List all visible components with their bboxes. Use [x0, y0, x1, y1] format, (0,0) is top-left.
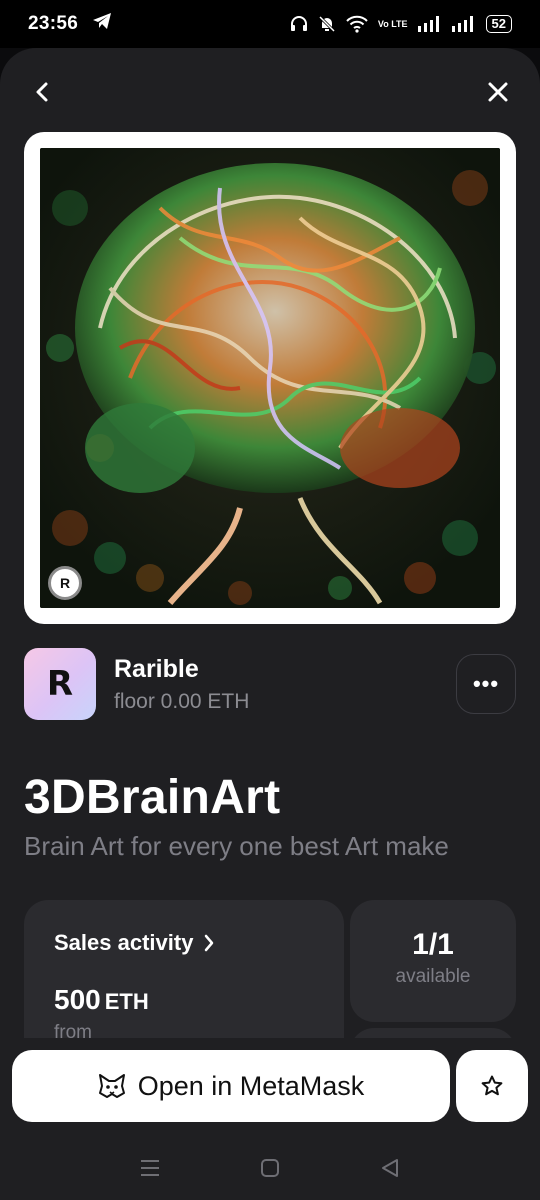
rarible-badge: R	[48, 566, 82, 600]
open-in-metamask-button[interactable]: Open in MetaMask	[12, 1050, 450, 1122]
system-navigation-bar	[0, 1138, 540, 1198]
wifi-icon	[346, 15, 368, 33]
sales-price: 500 ETH	[54, 984, 314, 1016]
back-triangle-icon	[382, 1159, 398, 1177]
status-bar: 23:56 Vo LTE 52	[0, 0, 540, 48]
menu-lines-icon	[141, 1160, 159, 1176]
star-icon	[481, 1075, 503, 1096]
sales-activity-title: Sales activity	[54, 930, 194, 955]
more-dots-icon: •••	[472, 671, 500, 696]
sales-price-unit: ETH	[104, 989, 149, 1014]
system-back-button[interactable]	[375, 1153, 405, 1183]
favorite-button[interactable]	[456, 1050, 528, 1122]
nft-artwork-image: R	[40, 148, 500, 608]
bottom-action-bar: Open in MetaMask	[0, 1038, 540, 1200]
close-icon	[488, 82, 508, 102]
home-button[interactable]	[255, 1153, 285, 1183]
more-options-button[interactable]: •••	[456, 654, 516, 714]
collection-info: Rarible floor 0.00 ETH	[114, 655, 249, 714]
close-button[interactable]	[478, 72, 518, 112]
nft-detail-sheet: R R Rarible floor 0.00 ETH ••• 3DBrainAr…	[0, 48, 540, 1200]
nft-title: 3DBrainArt	[24, 771, 281, 824]
nft-image-card[interactable]: R	[24, 132, 516, 624]
battery-indicator: 52	[485, 15, 512, 33]
recent-apps-button[interactable]	[135, 1153, 165, 1183]
availability-card: 1/1 available	[350, 900, 516, 1022]
brain-artwork	[40, 148, 500, 608]
available-label: available	[395, 966, 471, 987]
signal-icon-2	[451, 16, 476, 32]
mute-bell-icon	[318, 15, 336, 33]
volte-indicator: Vo LTE	[377, 18, 408, 29]
collection-logo: R	[24, 648, 96, 720]
status-icons: Vo LTE 52	[290, 15, 512, 33]
collection-row[interactable]: R Rarible floor 0.00 ETH •••	[24, 648, 516, 720]
back-button[interactable]	[22, 72, 62, 112]
sales-price-value: 500	[54, 984, 101, 1015]
collection-name: Rarible	[114, 654, 199, 683]
home-square-icon	[261, 1159, 279, 1177]
available-count: 1/1	[412, 928, 454, 961]
open-in-metamask-label: Open in MetaMask	[137, 1070, 365, 1101]
collection-floor-price: floor 0.00 ETH	[114, 689, 250, 713]
headphones-icon	[290, 15, 308, 33]
signal-icon	[417, 16, 442, 32]
chevron-left-icon	[36, 82, 48, 102]
nft-description: Brain Art for every one best Art make	[24, 831, 449, 861]
status-time: 23:56	[28, 13, 79, 34]
collection-logo-letter: R	[46, 664, 74, 704]
chevron-right-icon	[205, 934, 214, 952]
badge-letter: R	[59, 575, 71, 591]
sales-activity-header[interactable]: Sales activity	[54, 930, 314, 956]
telegram-icon	[92, 12, 112, 36]
metamask-fox-icon	[98, 1074, 125, 1098]
